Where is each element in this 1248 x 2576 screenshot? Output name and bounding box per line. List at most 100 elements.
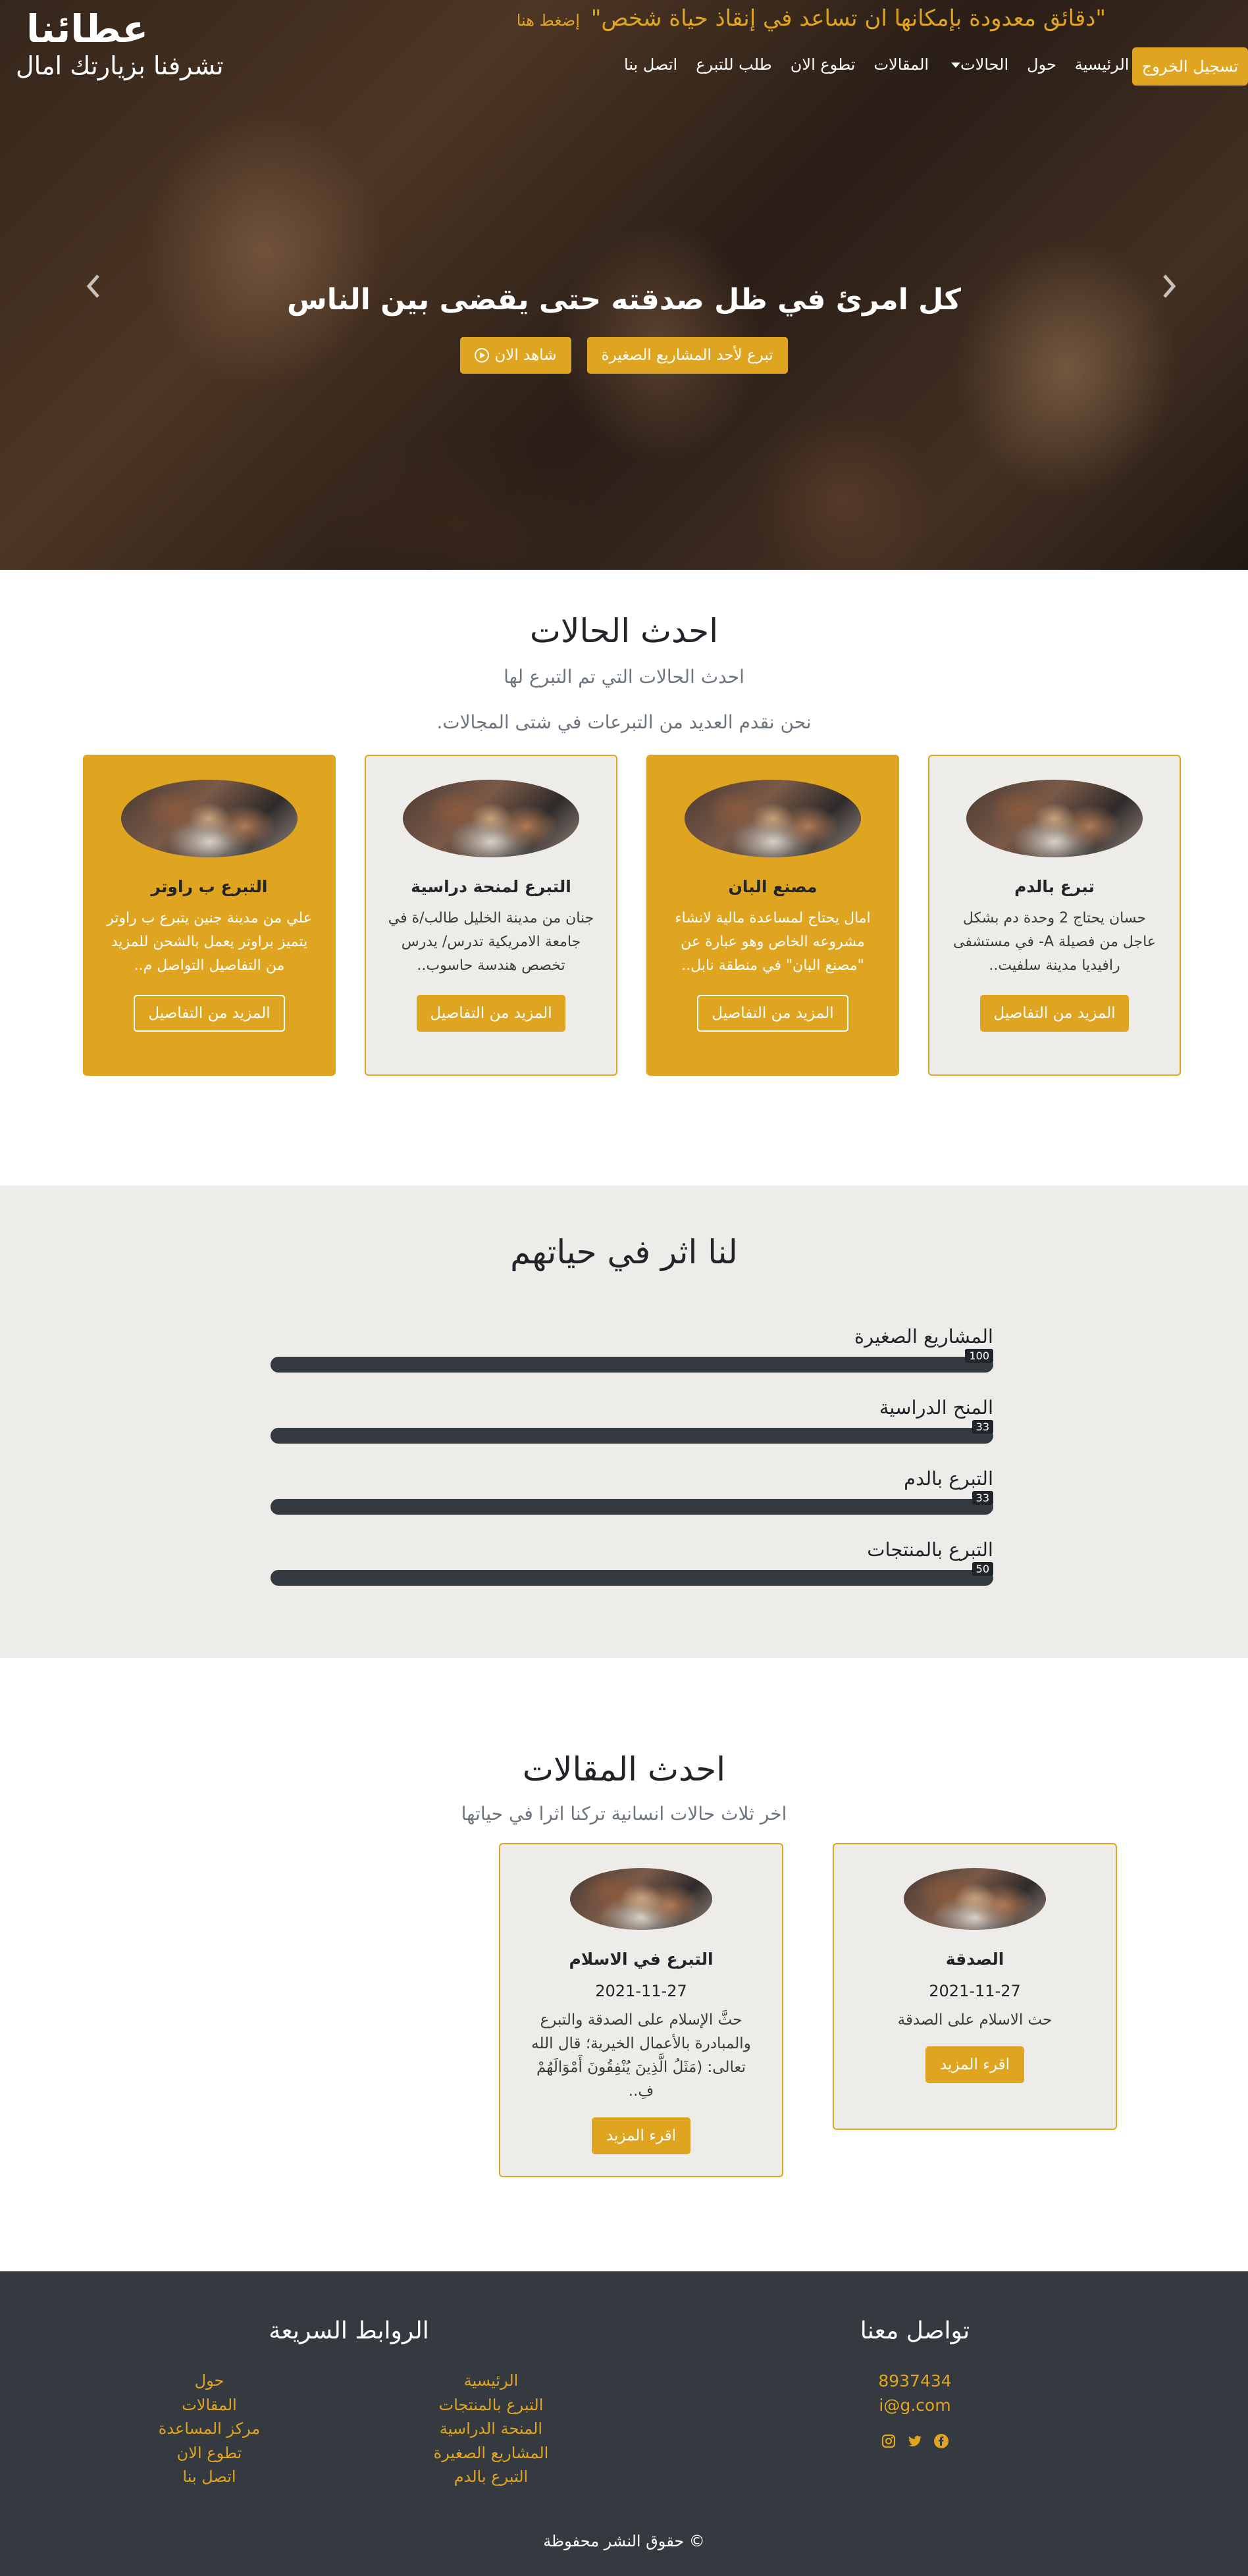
case-card: تبرع بالدم حسان يحتاج 2 وحدة دم بشكل عاج… — [928, 755, 1181, 1076]
case-text: علي من مدينة جنين يتبرع ب راوتر يتميز بر… — [107, 910, 312, 974]
footer-link[interactable]: مركز المساعدة — [130, 2417, 288, 2441]
impact-section: لنا اثر في حياتهم المشاريع الصغيرة 100 ا… — [0, 1186, 1248, 1658]
facebook-icon[interactable] — [933, 2433, 949, 2449]
footer: تواصل معنا 8937434 i@g.com الروابط السري… — [0, 2271, 1248, 2576]
footer-links-title: الروابط السريعة — [269, 2317, 429, 2344]
case-details-button[interactable]: المزيد من التفاصيل — [417, 995, 565, 1032]
impact-bar: المنح الدراسية 33 — [271, 1396, 993, 1449]
cases-subtitle: احدث الحالات التي تم التبرع لها — [504, 666, 744, 688]
tagline-text: "دقائق معدودة بإمكانها ان تساعد في إنقاذ… — [590, 5, 1106, 32]
watch-now-button[interactable]: شاهد الان — [460, 337, 571, 374]
twitter-icon[interactable] — [907, 2433, 923, 2449]
nav-donation-request[interactable]: طلب للتبرع — [696, 55, 772, 74]
progress-track — [271, 1570, 993, 1586]
footer-contact-title: تواصل معنا — [860, 2317, 970, 2344]
footer-link[interactable]: تطوع الان — [130, 2441, 288, 2465]
case-details-button[interactable]: المزيد من التفاصيل — [697, 995, 848, 1032]
nav-cases-label: الحالات — [960, 55, 1009, 74]
hero-title: كل امرئ في ظل صدقته حتى يقضى بين الناس — [287, 283, 961, 316]
case-text: حسان يحتاج 2 وحدة دم بشكل عاجل من فصيلة … — [953, 910, 1156, 974]
impact-bar: المشاريع الصغيرة 100 — [271, 1325, 993, 1378]
footer-links-column-2: حول المقالات مركز المساعدة تطوع الان اتص… — [130, 2369, 288, 2489]
progress-value: 33 — [972, 1420, 993, 1434]
impact-bar-label: التبرع بالدم — [904, 1467, 993, 1490]
case-image — [685, 780, 861, 857]
case-details-button[interactable]: المزيد من التفاصيل — [980, 995, 1129, 1032]
hero-carousel: عطائنا تشرفنا بزيارتك امال "دقائق معدودة… — [0, 0, 1248, 570]
progress-track — [271, 1428, 993, 1444]
nav-cases-dropdown[interactable]: الحالات — [947, 55, 1008, 74]
case-image — [121, 780, 298, 857]
case-image — [403, 780, 579, 857]
social-links — [790, 2433, 1040, 2449]
progress-value: 33 — [972, 1491, 993, 1505]
footer-link[interactable]: الرئيسية — [412, 2369, 570, 2393]
article-date: 2021-11-27 — [929, 1982, 1021, 2000]
read-more-button[interactable]: اقرء المزيد — [591, 2117, 691, 2154]
case-title: التبرع ب راوتر — [151, 877, 268, 896]
nav-about[interactable]: حول — [1027, 55, 1056, 74]
article-card: التبرع في الاسلام 2021-11-27 حثَّ الإسلا… — [499, 1843, 783, 2177]
article-image — [570, 1868, 712, 1930]
footer-link[interactable]: المقالات — [130, 2393, 288, 2417]
footer-link[interactable]: اتصل بنا — [130, 2465, 288, 2489]
progress-track — [271, 1499, 993, 1515]
watch-now-label: شاهد الان — [494, 347, 557, 364]
footer-contact: 8937434 i@g.com — [790, 2369, 1040, 2449]
progress-value: 100 — [965, 1349, 993, 1363]
footer-phone[interactable]: 8937434 — [790, 2369, 1040, 2393]
case-card: التبرع لمنحة دراسية جنان من مدينة الخليل… — [365, 755, 617, 1076]
case-text: امال يحتاج لمساعدة مالية لانشاء مشروعه ا… — [675, 910, 871, 974]
article-text: حثَّ الإسلام على الصدقة والتبرع والمبادر… — [531, 2011, 751, 2100]
article-date: 2021-11-27 — [595, 1982, 687, 2000]
footer-link[interactable]: حول — [130, 2369, 288, 2393]
case-title: التبرع لمنحة دراسية — [411, 877, 571, 896]
article-image — [904, 1868, 1046, 1930]
article-title: الصدقة — [945, 1950, 1004, 1969]
play-circle-icon — [475, 348, 490, 363]
donate-small-projects-button[interactable]: تبرع لأحد المشاريع الصغيرة — [586, 337, 788, 374]
progress-track — [271, 1357, 993, 1373]
impact-bar: التبرع بالمنتجات 50 — [271, 1538, 993, 1591]
footer-link[interactable]: المشاريع الصغيرة — [412, 2441, 570, 2465]
case-card: التبرع ب راوتر علي من مدينة جنين يتبرع ب… — [83, 755, 336, 1076]
instagram-icon[interactable] — [881, 2433, 897, 2449]
articles-title: احدث المقالات — [522, 1750, 726, 1788]
welcome-text: تشرفنا بزيارتك امال — [16, 51, 224, 80]
footer-link[interactable]: التبرع بالمنتجات — [412, 2393, 570, 2417]
cases-description: نحن نقدم العديد من التبرعات في شتى المجا… — [436, 711, 812, 733]
impact-bar: التبرع بالدم 33 — [271, 1467, 993, 1520]
article-text: حث الاسلام على الصدقة — [897, 2011, 1053, 2029]
footer-link[interactable]: التبرع بالدم — [412, 2465, 570, 2489]
articles-subtitle: اخر ثلاث حالات انسانية تركنا اثرا في حيا… — [461, 1803, 787, 1825]
logout-button[interactable]: تسجيل الخروج — [1132, 47, 1248, 86]
progress-value: 50 — [972, 1562, 993, 1576]
article-title: التبرع في الاسلام — [569, 1950, 714, 1969]
nav-contact[interactable]: اتصل بنا — [624, 55, 677, 74]
footer-email[interactable]: i@g.com — [790, 2393, 1040, 2417]
article-card: الصدقة 2021-11-27 حث الاسلام على الصدقة … — [833, 1843, 1117, 2130]
case-image — [966, 780, 1143, 857]
impact-title: لنا اثر في حياتهم — [510, 1233, 738, 1271]
nav-home[interactable]: الرئيسية — [1075, 55, 1130, 74]
case-text: جنان من مدينة الخليل طالب/ة في جامعة الا… — [388, 910, 594, 974]
nav-volunteer[interactable]: تطوع الان — [791, 55, 856, 74]
case-details-button[interactable]: المزيد من التفاصيل — [134, 995, 285, 1032]
tagline: "دقائق معدودة بإمكانها ان تساعد في إنقاذ… — [500, 5, 1106, 32]
nav-articles[interactable]: المقالات — [873, 55, 929, 74]
cases-title: احدث الحالات — [529, 612, 719, 650]
case-title: تبرع بالدم — [1014, 877, 1095, 896]
impact-bar-label: المنح الدراسية — [879, 1396, 993, 1419]
site-logo[interactable]: عطائنا — [26, 7, 148, 51]
impact-bar-label: التبرع بالمنتجات — [867, 1538, 993, 1561]
caret-down-icon — [951, 63, 961, 68]
read-more-button[interactable]: اقرء المزيد — [925, 2046, 1025, 2083]
case-title: مصنع البان — [728, 877, 818, 896]
tagline-click-link[interactable]: إضغط هنا — [517, 11, 580, 30]
hero-buttons: تبرع لأحد المشاريع الصغيرة شاهد الان — [0, 337, 1248, 374]
main-nav: الرئيسية حول الحالات المقالات تطوع الان … — [624, 55, 1129, 74]
footer-link[interactable]: المنحة الدراسية — [412, 2417, 570, 2441]
footer-links-column-1: الرئيسية التبرع بالمنتجات المنحة الدراسي… — [412, 2369, 570, 2489]
impact-bar-label: المشاريع الصغيرة — [854, 1325, 993, 1348]
case-card: مصنع البان امال يحتاج لمساعدة مالية لانش… — [646, 755, 899, 1076]
